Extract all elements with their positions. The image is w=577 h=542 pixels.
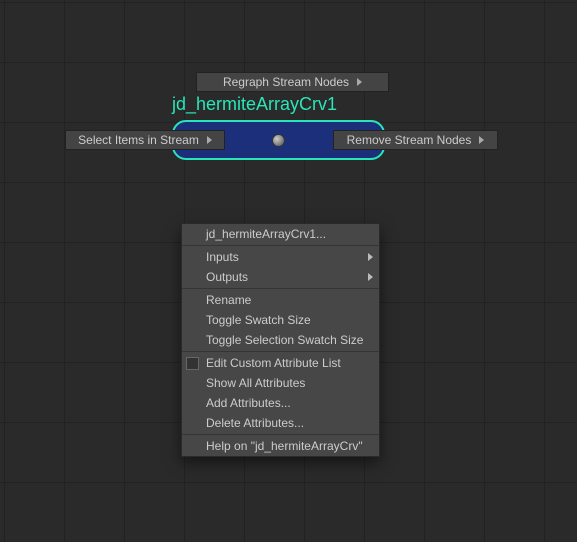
regraph-stream-button[interactable]: Regraph Stream Nodes xyxy=(196,72,389,92)
menu-label: jd_hermiteArrayCrv1... xyxy=(206,227,326,241)
menu-separator xyxy=(182,434,379,435)
menu-item-help[interactable]: Help on "jd_hermiteArrayCrv" xyxy=(182,436,379,456)
menu-item-node-name[interactable]: jd_hermiteArrayCrv1... xyxy=(182,224,379,244)
menu-item-rename[interactable]: Rename xyxy=(182,290,379,310)
remove-stream-button[interactable]: Remove Stream Nodes xyxy=(333,130,498,150)
select-items-button[interactable]: Select Items in Stream xyxy=(65,130,225,150)
regraph-label: Regraph Stream Nodes xyxy=(223,75,349,89)
menu-label: Show All Attributes xyxy=(206,376,305,390)
menu-label: Add Attributes... xyxy=(206,396,291,410)
menu-item-delete-attr[interactable]: Delete Attributes... xyxy=(182,413,379,433)
menu-item-outputs[interactable]: Outputs xyxy=(182,267,379,287)
node-title: jd_hermiteArrayCrv1 xyxy=(172,94,337,115)
menu-separator xyxy=(182,288,379,289)
menu-label: Toggle Selection Swatch Size xyxy=(206,333,363,347)
remove-label: Remove Stream Nodes xyxy=(347,133,472,147)
menu-separator xyxy=(182,351,379,352)
node-port-icon[interactable] xyxy=(272,134,285,147)
menu-label: Toggle Swatch Size xyxy=(206,313,311,327)
menu-label: Help on "jd_hermiteArrayCrv" xyxy=(206,439,363,453)
checkbox-icon[interactable] xyxy=(186,357,199,370)
chevron-right-icon xyxy=(368,253,373,261)
menu-label: Edit Custom Attribute List xyxy=(206,356,341,370)
menu-item-show-all-attr[interactable]: Show All Attributes xyxy=(182,373,379,393)
menu-item-inputs[interactable]: Inputs xyxy=(182,247,379,267)
arrow-right-icon xyxy=(357,78,362,86)
menu-separator xyxy=(182,245,379,246)
menu-item-edit-custom-attr[interactable]: Edit Custom Attribute List xyxy=(182,353,379,373)
menu-label: Inputs xyxy=(206,250,239,264)
menu-label: Rename xyxy=(206,293,251,307)
menu-item-toggle-selection-swatch[interactable]: Toggle Selection Swatch Size xyxy=(182,330,379,350)
chevron-right-icon xyxy=(368,273,373,281)
arrow-right-icon xyxy=(479,136,484,144)
menu-item-add-attr[interactable]: Add Attributes... xyxy=(182,393,379,413)
menu-label: Outputs xyxy=(206,270,248,284)
select-label: Select Items in Stream xyxy=(78,133,199,147)
menu-label: Delete Attributes... xyxy=(206,416,304,430)
context-menu: jd_hermiteArrayCrv1... Inputs Outputs Re… xyxy=(181,223,380,457)
arrow-right-icon xyxy=(207,136,212,144)
menu-item-toggle-swatch[interactable]: Toggle Swatch Size xyxy=(182,310,379,330)
